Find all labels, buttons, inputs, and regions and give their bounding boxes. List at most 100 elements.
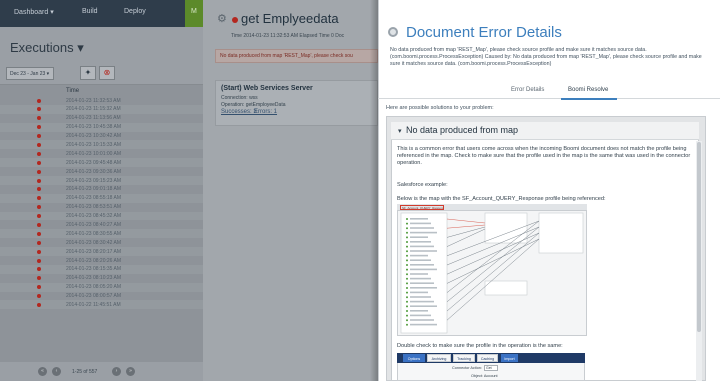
error-status-icon [37, 151, 41, 156]
table-row[interactable]: 2014-01-23 08:55:18 AM [0, 193, 203, 203]
solutions-intro: Here are possible solutions to your prob… [386, 105, 494, 111]
row-time: 2014-01-23 08:20:17 AM [66, 248, 122, 255]
field-node-icon [406, 277, 408, 280]
solution-paragraph-3: Below is the map with the SF_Account_QUE… [397, 196, 606, 202]
nav-manage-tab[interactable]: M [185, 0, 203, 27]
successes-link[interactable]: Successes: 3 [221, 109, 257, 115]
error-status-icon [37, 222, 41, 227]
table-row[interactable]: 2014-01-23 09:01:18 AM [0, 185, 203, 194]
table-row[interactable]: 2014-01-22 11:45:51 AM [0, 300, 203, 310]
table-row[interactable]: 2014-01-23 10:01:00 AM [0, 149, 203, 158]
table-row[interactable]: 2014-01-23 08:00:57 AM [0, 292, 203, 301]
error-status-icon [37, 249, 41, 254]
errors-link[interactable]: Errors: 1 [254, 109, 277, 115]
field-node-icon [406, 222, 408, 225]
active-tab-indicator [561, 98, 617, 100]
table-row[interactable]: 2014-01-23 08:05:20 AM [0, 282, 203, 292]
next-page-icon[interactable]: › [112, 367, 121, 376]
table-row[interactable]: 2014-01-23 09:15:23 AM [0, 176, 203, 185]
table-row[interactable]: 2014-01-23 08:30:55 AM [0, 229, 203, 239]
gear-icon[interactable]: ⚙ [217, 14, 227, 25]
table-row[interactable]: 2014-01-23 08:53:51 AM [0, 203, 203, 212]
nav-deploy[interactable]: Deploy [124, 8, 146, 15]
solution-paragraph-4: Double check to make sure the profile in… [397, 343, 563, 349]
executions-title[interactable]: Executions ▾ [10, 40, 84, 56]
field-label [410, 218, 428, 220]
table-row[interactable]: 2014-01-23 08:20:17 AM [0, 247, 203, 257]
table-row[interactable]: 2014-01-23 09:45:48 AM [0, 158, 203, 168]
last-page-icon[interactable]: » [126, 367, 135, 376]
tab-error-details[interactable]: Error Details [511, 87, 544, 93]
row-time: 2014-01-23 08:55:18 AM [66, 195, 122, 202]
nav-dashboard[interactable]: Dashboard ▾ [14, 8, 54, 16]
op-tab-tracking[interactable]: Tracking [453, 354, 475, 362]
error-status-icon [37, 107, 41, 112]
op-tab-caching[interactable]: Caching [477, 354, 498, 362]
field-label [410, 323, 437, 326]
error-status-icon [232, 17, 238, 23]
row-time: 2014-01-23 11:32:53 AM [66, 97, 121, 104]
row-time: 2014-01-23 09:15:23 AM [66, 177, 122, 184]
shape-card-title: (Start) Web Services Server [221, 85, 313, 92]
op-tab-options[interactable]: Options [403, 354, 425, 362]
op-tab-archiving[interactable]: Archiving [427, 354, 451, 362]
row-time: 2014-01-23 08:15:35 AM [66, 266, 122, 273]
mapping-line [446, 218, 486, 224]
column-time[interactable]: Time [66, 88, 79, 94]
error-status-icon [37, 302, 41, 307]
shape-operation: Operation: getEmployeeData [221, 102, 286, 108]
row-time: 2014-01-22 11:45:51 AM [66, 301, 121, 308]
error-banner[interactable]: No data produced from map 'REST_Map', pl… [215, 49, 378, 63]
table-row[interactable]: 2014-01-23 08:45:32 AM [0, 211, 203, 221]
tab-boomi-resolve[interactable]: Boomi Resolve [568, 87, 608, 93]
nav-build[interactable]: Build [82, 8, 98, 15]
error-status-icon [37, 276, 41, 281]
row-time: 2014-01-23 08:05:20 AM [66, 284, 122, 291]
target-profile-panel [538, 212, 584, 254]
table-row[interactable]: 2014-01-23 11:32:53 AM [0, 96, 203, 105]
process-subtitle: Time 2014-01-23 11:32:53 AM Elapsed Time… [231, 33, 345, 39]
shape-connection: Connection: wss [221, 95, 258, 101]
error-status-icon [37, 134, 41, 139]
error-status-icon [37, 142, 41, 147]
table-header [0, 86, 203, 96]
error-status-icon [37, 160, 41, 165]
table-row[interactable]: 2014-01-23 08:40:27 AM [0, 220, 203, 229]
error-filter-icon[interactable]: ⊗ [99, 66, 115, 80]
connector-action-label: Connector Action: [452, 366, 482, 370]
table-row[interactable]: 2014-01-23 08:15:35 AM [0, 264, 203, 274]
first-page-icon[interactable]: « [38, 367, 47, 376]
executions-list: 2014-01-23 11:32:53 AM 2014-01-23 11:15:3… [0, 96, 203, 310]
table-row[interactable]: 2014-01-23 10:45:38 AM [0, 122, 203, 132]
field-node-icon [406, 282, 408, 285]
field-node-icon [406, 323, 408, 326]
table-row[interactable]: 2014-01-23 08:10:23 AM [0, 274, 203, 283]
row-time: 2014-01-23 11:13:56 AM [66, 115, 121, 122]
table-row[interactable]: 2014-01-23 11:15:32 AM [0, 104, 203, 114]
field-node-icon [406, 296, 408, 299]
date-range-select[interactable]: Dec 23 - Jan 23 ▾ [6, 67, 54, 80]
info-icon [388, 27, 398, 37]
row-time: 2014-01-23 10:45:38 AM [66, 124, 122, 131]
error-status-icon [37, 125, 41, 130]
error-status-icon [37, 178, 41, 183]
op-tab-import[interactable]: Import [501, 354, 518, 362]
mapping-line [446, 238, 540, 284]
scrollbar-thumb[interactable] [697, 142, 701, 332]
modal-tabs [378, 84, 720, 99]
prev-page-icon[interactable]: ‹ [52, 367, 61, 376]
refresh-icon[interactable]: ✦ [80, 66, 96, 80]
table-row[interactable]: 2014-01-23 09:30:36 AM [0, 167, 203, 176]
field-node-icon [406, 264, 408, 266]
field-label [410, 291, 428, 294]
table-row[interactable]: 2014-01-23 11:13:56 AM [0, 114, 203, 123]
connector-action-select[interactable]: Get [484, 365, 498, 371]
field-node-icon [406, 273, 408, 276]
table-row[interactable]: 2014-01-23 08:30:42 AM [0, 238, 203, 247]
caret-down-icon[interactable]: ▾ [398, 127, 402, 135]
table-row[interactable]: 2014-01-23 10:30:42 AM [0, 132, 203, 141]
error-status-icon [37, 196, 41, 201]
table-row[interactable]: 2014-01-23 10:15:33 AM [0, 140, 203, 150]
field-label [410, 310, 428, 312]
table-row[interactable]: 2014-01-23 08:20:26 AM [0, 256, 203, 265]
